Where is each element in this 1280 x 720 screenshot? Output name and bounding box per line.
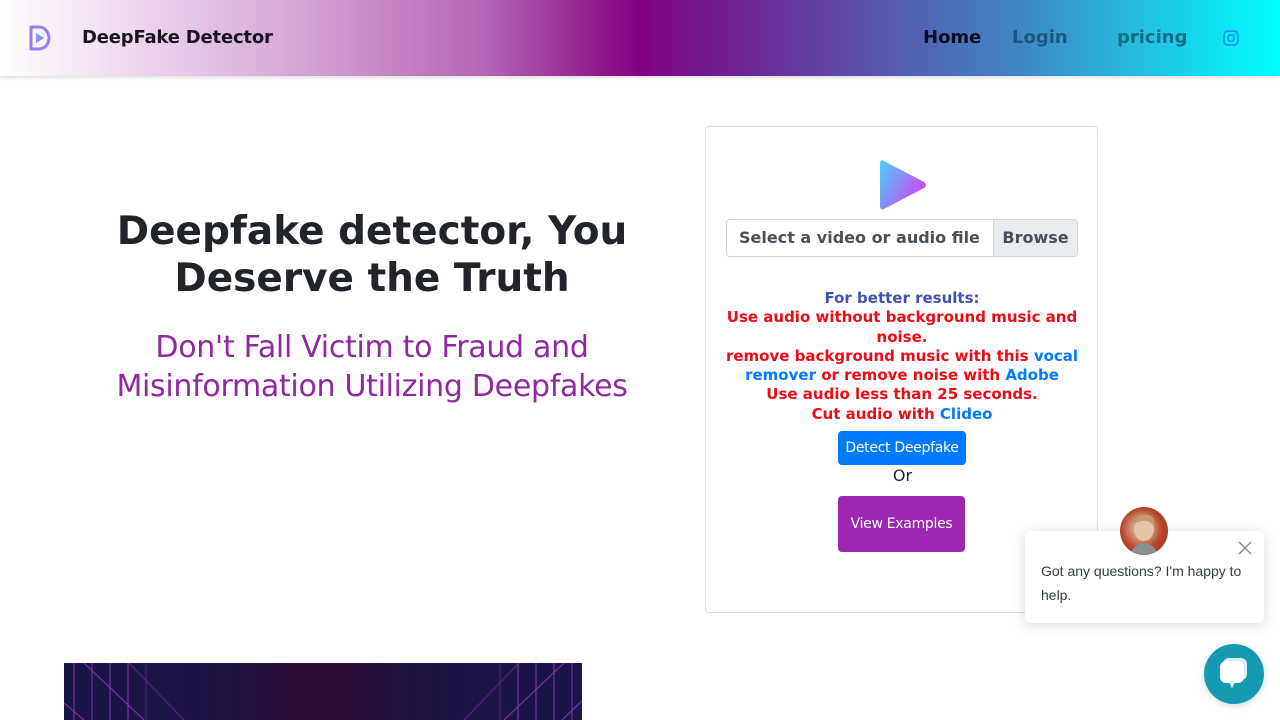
chat-agent-avatar [1120, 507, 1168, 555]
banner-grid-lines [64, 663, 582, 720]
brand-name[interactable]: DeepFake Detector [82, 27, 273, 48]
close-icon[interactable] [1237, 540, 1253, 556]
tips-heading: For better results: [824, 289, 980, 307]
instagram-icon[interactable] [1222, 29, 1240, 47]
tips-text: For better results: Use audio without ba… [716, 289, 1088, 424]
hero-title: Deepfake detector, You Deserve the Truth [116, 209, 628, 301]
detect-deepfake-button[interactable]: Detect Deepfake [838, 431, 966, 465]
tip-line-3: Use audio less than 25 seconds. [766, 385, 1038, 404]
banner-image [64, 663, 582, 720]
tip-line-2-middle: or remove noise with [815, 366, 1006, 385]
chat-launcher-button[interactable] [1204, 644, 1264, 704]
navbar: DeepFake Detector Home Login pricing [0, 0, 1280, 76]
chat-message: Got any questions? I'm happy to help. [1041, 563, 1242, 603]
nav-home[interactable]: Home [923, 27, 981, 48]
nav-pricing[interactable]: pricing [1117, 27, 1187, 48]
adobe-link[interactable]: Adobe [1005, 366, 1059, 384]
tip-line-4: Cut audio with Clideo [716, 405, 1088, 424]
tip-line-1: Use audio without background music and n… [726, 308, 1078, 346]
or-separator: Or [892, 466, 913, 485]
play-icon [880, 160, 926, 210]
tip-line-2-prefix: remove background music with this [725, 346, 1034, 365]
hero-subtitle: Don't Fall Victim to Fraud and Misinform… [116, 330, 628, 404]
chat-bubble-icon [1220, 658, 1247, 688]
browse-button[interactable]: Browse [993, 220, 1077, 256]
file-input[interactable]: Select a video or audio file Browse [726, 219, 1078, 257]
file-input-label[interactable]: Select a video or audio file [727, 220, 993, 256]
tip-line-4-prefix: Cut audio with [811, 404, 940, 423]
clideo-link[interactable]: Clideo [940, 405, 993, 423]
view-examples-button[interactable]: View Examples [838, 496, 965, 552]
brand-logo-icon[interactable] [28, 24, 52, 52]
tip-line-2: remove background music with this vocal … [716, 347, 1088, 386]
nav-login[interactable]: Login [1012, 27, 1068, 48]
avatar-portrait [1130, 514, 1158, 555]
